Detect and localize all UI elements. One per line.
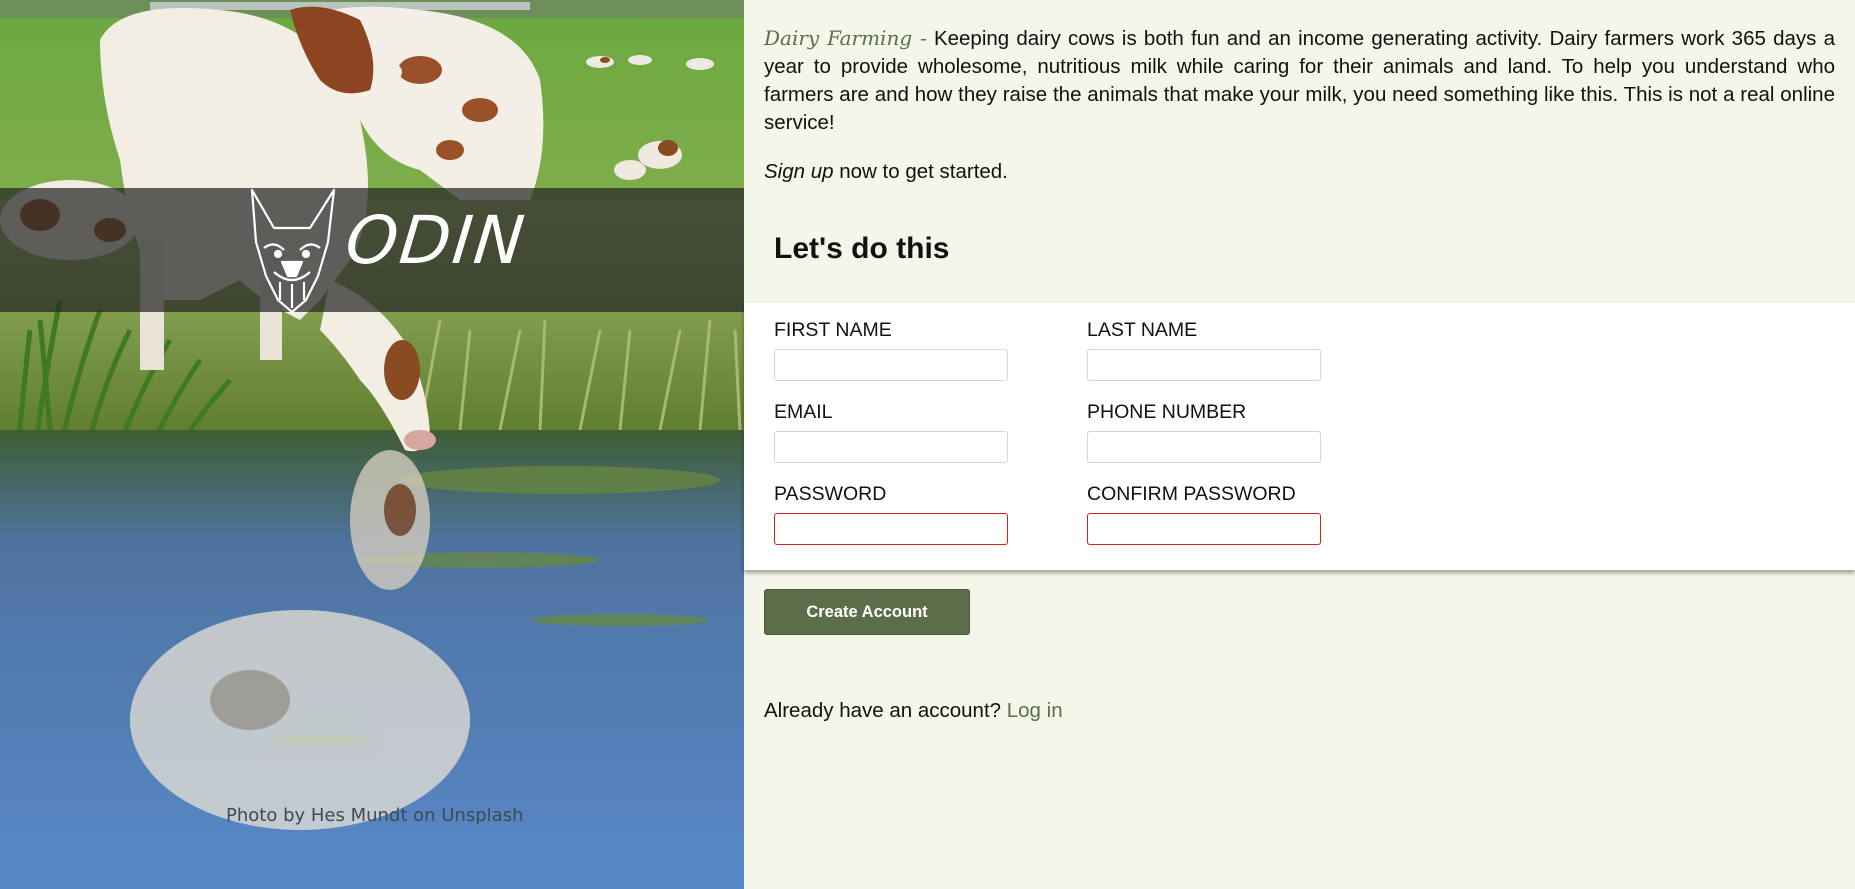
logo-text: ODIN <box>342 202 530 279</box>
password-label: PASSWORD <box>774 483 887 505</box>
password-input[interactable] <box>774 513 1008 545</box>
first-name-field-group: FIRST NAME <box>774 317 1010 381</box>
password-field-group: PASSWORD <box>774 481 1010 545</box>
hero-panel: ODIN Photo by Hes Mundt on Unsplash <box>0 0 744 889</box>
last-name-label: LAST NAME <box>1087 319 1198 341</box>
form-title: Let's do this <box>774 232 950 265</box>
phone-label: PHONE NUMBER <box>1087 401 1247 423</box>
intro-paragraph: Dairy Farming - Keeping dairy cows is bo… <box>764 24 1835 137</box>
confirm-password-field-group: CONFIRM PASSWORD <box>1087 481 1323 545</box>
signup-form: FIRST NAME LAST NAME EMAIL PHONE NUMBER … <box>744 303 1855 570</box>
main-content: Dairy Farming - Keeping dairy cows is bo… <box>744 0 1855 889</box>
email-label: EMAIL <box>774 401 833 423</box>
login-prompt: Already have an account? Log in <box>764 699 1063 723</box>
signup-prompt: Sign up now to get started. <box>764 160 1008 184</box>
last-name-input[interactable] <box>1087 349 1321 381</box>
email-field-group: EMAIL <box>774 399 1010 463</box>
last-name-field-group: LAST NAME <box>1087 317 1323 381</box>
brand-name: Dairy Farming - <box>764 26 927 50</box>
confirm-password-input[interactable] <box>1087 513 1321 545</box>
confirm-password-label: CONFIRM PASSWORD <box>1087 483 1296 505</box>
signup-rest: now to get started. <box>833 160 1008 183</box>
email-input[interactable] <box>774 431 1008 463</box>
create-account-button[interactable]: Create Account <box>764 589 970 635</box>
first-name-label: FIRST NAME <box>774 319 892 341</box>
signup-emphasis: Sign up <box>764 160 834 183</box>
photo-credit: Photo by Hes Mundt on Unsplash <box>226 805 524 826</box>
hero-photo <box>0 0 744 889</box>
login-prompt-text: Already have an account? <box>764 699 1007 722</box>
phone-field-group: PHONE NUMBER <box>1087 399 1323 463</box>
phone-input[interactable] <box>1087 431 1321 463</box>
login-link[interactable]: Log in <box>1007 699 1063 722</box>
dog-head-icon <box>250 188 336 314</box>
first-name-input[interactable] <box>774 349 1008 381</box>
